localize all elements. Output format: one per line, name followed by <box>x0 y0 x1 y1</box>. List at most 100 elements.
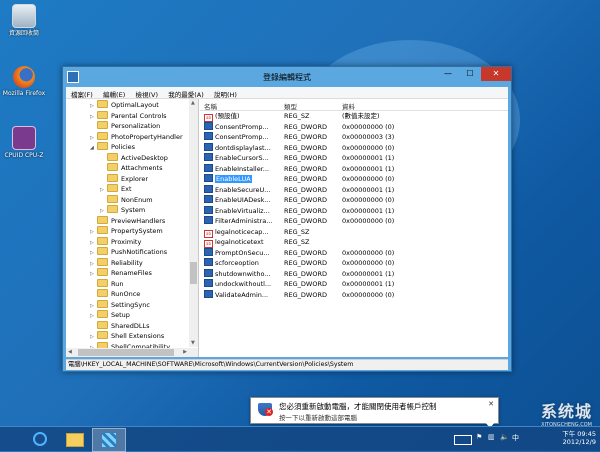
expand-arrow-icon[interactable]: ▷ <box>100 206 107 216</box>
desktop-icon-cpuz[interactable]: CPUID CPU-Z <box>2 126 46 159</box>
desktop-icon-firefox[interactable]: Mozilla Firefox <box>2 66 46 97</box>
tree-item[interactable]: ▷ Shell Extensions <box>90 331 164 341</box>
value-name-cell: ConsentPromp... <box>204 132 272 143</box>
folder-icon <box>97 320 108 329</box>
column-data-header[interactable]: 資料 <box>342 101 355 111</box>
expand-arrow-icon[interactable]: ▷ <box>90 301 97 311</box>
flag-icon[interactable]: ⚑ <box>476 433 482 441</box>
tree-vertical-scrollbar[interactable]: ▲ ▼ <box>189 99 198 347</box>
tree-item[interactable]: ▷ SettingSync <box>90 299 150 311</box>
tree-item-label: Reliability <box>111 258 143 267</box>
menu-favorites[interactable]: 我的最愛(A) <box>163 87 207 99</box>
value-row[interactable]: EnableSecureU... REG_DWORD 0x00000001 (1) <box>200 184 508 196</box>
value-row[interactable]: EnableLUA REG_DWORD 0x00000000 (0) <box>200 174 508 185</box>
keyboard-icon[interactable] <box>454 435 472 445</box>
title-bar[interactable]: 登錄編輯程式 — ☐ ✕ <box>63 67 511 87</box>
tree-item[interactable]: Explorer <box>100 173 148 184</box>
menu-file[interactable]: 檔案(F) <box>66 87 96 99</box>
tree-item[interactable]: ▷ PushNotifications <box>90 247 167 257</box>
scroll-down-icon[interactable]: ▼ <box>191 340 195 346</box>
value-row[interactable]: shutdownwitho... REG_DWORD 0x00000001 (1) <box>200 268 508 280</box>
volume-icon[interactable]: 🔈 <box>500 433 509 441</box>
notification-title: 您必須重新啟動電腦，才能關閉使用者帳戶控制 <box>279 402 437 411</box>
tree-item[interactable]: Run <box>90 278 123 289</box>
expand-arrow-icon[interactable]: ◢ <box>90 143 97 153</box>
expand-arrow-icon[interactable]: ▷ <box>90 238 97 248</box>
desktop-icon-recycle-bin[interactable]: 資源回收筒 <box>2 4 46 37</box>
tree-item[interactable]: ▷ Parental Controls <box>90 110 167 122</box>
tree-item[interactable]: NonEnum <box>100 194 153 205</box>
value-row[interactable]: PromptOnSecu... REG_DWORD 0x00000000 (0) <box>200 247 508 259</box>
menu-help[interactable]: 說明(H) <box>209 87 240 99</box>
tree-item[interactable]: ActiveDesktop <box>100 152 168 163</box>
tree-item[interactable]: ▷ Proximity <box>90 236 141 248</box>
tree-item[interactable]: ◢ Policies <box>90 142 135 152</box>
maximize-button[interactable]: ☐ <box>459 67 481 81</box>
scrollbar-thumb[interactable] <box>190 262 197 284</box>
expand-arrow-icon[interactable]: ▷ <box>90 112 97 122</box>
tree-item[interactable]: ▷ PhotoPropertyHandler <box>90 131 183 143</box>
value-row[interactable]: EnableVirtualiz... REG_DWORD 0x00000001 (1… <box>200 205 508 217</box>
column-type-header[interactable]: 類型 <box>284 101 297 111</box>
expand-arrow-icon[interactable]: ▷ <box>90 311 97 321</box>
network-icon[interactable]: ▥ <box>488 433 495 441</box>
value-type: REG_DWORD <box>284 164 327 173</box>
tree-item[interactable]: ▷ OptimalLayout <box>90 100 159 110</box>
tree-horizontal-scrollbar[interactable]: ◀ ▶ <box>66 348 198 357</box>
close-icon[interactable]: ✕ <box>488 400 494 408</box>
value-row[interactable]: undockwithoutl... REG_DWORD 0x00000001 (1) <box>200 279 508 290</box>
tree-item[interactable]: RunOnce <box>90 289 140 299</box>
tree-item[interactable]: ▷ Reliability <box>90 257 143 269</box>
expand-arrow-icon[interactable]: ▷ <box>90 332 97 342</box>
value-row[interactable]: scforceoption REG_DWORD 0x00000000 (0) <box>200 258 508 269</box>
tree-item[interactable]: ▷ RenameFiles <box>90 268 152 278</box>
value-row[interactable]: EnableCursorS... REG_DWORD 0x00000001 (1) <box>200 153 508 164</box>
value-row[interactable]: EnableInstaller... REG_DWORD 0x00000001 (1… <box>200 163 508 175</box>
tree-item[interactable]: Attachments <box>100 163 163 173</box>
expand-arrow-icon[interactable]: ▷ <box>90 269 97 279</box>
tree-item-label: Parental Controls <box>111 111 167 120</box>
tree-item[interactable]: ▷ System <box>100 205 145 215</box>
tree-item[interactable]: ▷ Ext <box>100 184 132 194</box>
value-row[interactable]: ConsentPromp... REG_DWORD 0x00000003 (3) <box>200 132 508 143</box>
ime-indicator[interactable]: 中 <box>512 433 519 443</box>
value-row[interactable]: ValidateAdmin... REG_DWORD 0x00000000 (0) <box>200 289 508 301</box>
value-row[interactable]: ConsentPromp... REG_DWORD 0x00000000 (0) <box>200 121 508 133</box>
desktop-icon-label: Mozilla Firefox <box>2 90 46 97</box>
tree-item[interactable]: ▷ Setup <box>90 310 130 320</box>
value-row[interactable]: ab legalnoticecap... REG_SZ <box>200 227 508 238</box>
value-row[interactable]: EnableUIADesk... REG_DWORD 0x00000000 (0) <box>200 195 508 206</box>
folder-icon <box>107 152 118 161</box>
tree-item[interactable]: ▷ PropertySystem <box>90 226 163 236</box>
expand-arrow-icon[interactable]: ▷ <box>100 185 107 195</box>
tree-item[interactable]: Personalization <box>90 121 160 131</box>
tree-item[interactable]: SharedDLLs <box>90 320 150 331</box>
uac-restart-notification[interactable]: 您必須重新啟動電腦，才能關閉使用者帳戶控制 按一下以重新啟動這部電腦 ✕ <box>250 397 499 424</box>
value-data: (數值未設定) <box>342 112 380 120</box>
close-button[interactable]: ✕ <box>481 67 511 81</box>
clock[interactable]: 下午 09:45 2012/12/9 <box>562 430 596 446</box>
folder-icon <box>107 205 118 213</box>
tree-item[interactable]: PreviewHandlers <box>90 215 165 226</box>
value-row[interactable]: FilterAdministra... REG_DWORD 0x00000000 (… <box>200 216 508 227</box>
taskbar-internet-explorer[interactable] <box>24 428 56 450</box>
scroll-up-icon[interactable]: ▲ <box>191 100 195 106</box>
minimize-button[interactable]: — <box>437 67 459 81</box>
scroll-right-icon[interactable]: ▶ <box>183 349 187 355</box>
expand-arrow-icon[interactable]: ▷ <box>90 133 97 143</box>
value-row[interactable]: ab legalnoticetext REG_SZ <box>200 237 508 248</box>
value-row[interactable]: dontdisplaylast... REG_DWORD 0x00000000 (0… <box>200 142 508 154</box>
column-name-header[interactable]: 名稱 <box>204 101 217 111</box>
menu-view[interactable]: 檢視(V) <box>130 87 161 99</box>
value-row[interactable]: ab (預設值) REG_SZ (數值未設定) <box>200 111 508 122</box>
expand-arrow-icon[interactable]: ▷ <box>90 259 97 269</box>
expand-arrow-icon[interactable]: ▷ <box>90 101 97 111</box>
taskbar-file-explorer[interactable] <box>58 428 90 450</box>
menu-edit[interactable]: 編輯(E) <box>98 87 128 99</box>
expand-arrow-icon[interactable]: ▷ <box>90 248 97 258</box>
scrollbar-thumb[interactable] <box>78 349 174 356</box>
expand-arrow-icon[interactable]: ▷ <box>90 227 97 237</box>
taskbar-registry-editor[interactable] <box>92 428 126 452</box>
dword-value-icon <box>204 184 213 193</box>
scroll-left-icon[interactable]: ◀ <box>68 349 72 355</box>
